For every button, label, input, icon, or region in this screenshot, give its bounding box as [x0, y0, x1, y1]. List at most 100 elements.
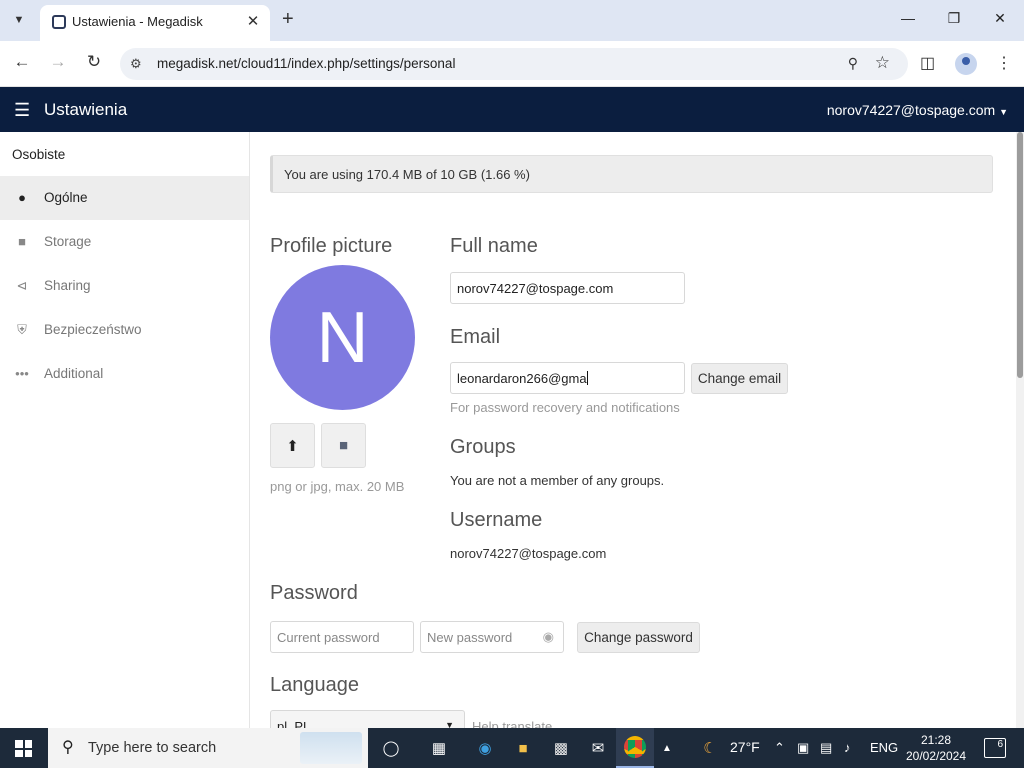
taskbar-search[interactable]: ⚲ Type here to search: [48, 728, 368, 768]
email-value: leonardaron266@gma: [457, 371, 587, 386]
language-heading: Language: [270, 674, 359, 696]
change-email-button[interactable]: Change email: [691, 363, 788, 394]
sidebar-item-general[interactable]: ● Ogólne: [0, 176, 249, 220]
tab-search-icon[interactable]: ▼: [8, 9, 30, 31]
store-icon[interactable]: ▩: [548, 736, 574, 760]
address-bar[interactable]: ⚙ megadisk.net/cloud11/index.php/setting…: [120, 48, 908, 80]
meet-now-icon[interactable]: ▣: [797, 740, 809, 756]
volume-muted-icon[interactable]: ♪: [844, 740, 851, 755]
url-text[interactable]: megadisk.net/cloud11/index.php/settings/…: [157, 56, 455, 71]
chrome-icon: [624, 736, 646, 758]
megadisk-favicon-icon: [52, 15, 66, 29]
email-heading: Email: [450, 326, 501, 348]
groups-text: You are not a member of any groups.: [450, 473, 665, 488]
restore-icon[interactable]: ❐: [944, 10, 964, 27]
windows-start-icon[interactable]: [15, 740, 32, 757]
user-menu[interactable]: norov74227@tospage.com ▼: [827, 102, 1008, 118]
full-name-value: norov74227@tospage.com: [457, 281, 614, 296]
folder-icon: ■: [18, 234, 26, 249]
close-window-icon[interactable]: ✕: [990, 10, 1010, 27]
sidebar-item-security[interactable]: ⛨ Bezpieczeństwo: [0, 308, 249, 352]
menu-kebab-icon[interactable]: ⋮: [996, 53, 1012, 73]
username-value: norov74227@tospage.com: [450, 546, 607, 561]
avatar-letter: N: [316, 297, 369, 378]
taskbar-clock[interactable]: 21:28 20/02/2024: [900, 732, 972, 764]
new-password-placeholder: New password: [427, 630, 513, 645]
avatar: N: [270, 265, 415, 410]
settings-main: You are using 170.4 MB of 10 GB (1.66 %)…: [250, 132, 1016, 728]
settings-sidebar: Osobiste ● Ogólne ■ Storage ⊲ Sharing ⛨ …: [0, 132, 250, 728]
bookmark-star-icon[interactable]: ☆: [875, 53, 890, 73]
person-icon: ●: [18, 190, 26, 205]
browser-tab-strip: ▼ Ustawienia - Megadisk ✕ + — ❐ ✕: [0, 0, 1024, 41]
tab-title: Ustawienia - Megadisk: [72, 14, 203, 29]
file-explorer-icon[interactable]: ■: [510, 736, 536, 760]
app-header: ☰ Ustawienia norov74227@tospage.com ▼: [0, 87, 1024, 132]
key-icon[interactable]: ⚲: [848, 55, 858, 72]
email-field[interactable]: leonardaron266@gma: [450, 362, 685, 394]
sidebar-item-label: Bezpieczeństwo: [44, 322, 142, 337]
new-password-field[interactable]: New password ◉: [420, 621, 564, 653]
page-scrollbar[interactable]: [1016, 132, 1024, 728]
minimize-icon[interactable]: —: [898, 10, 918, 26]
sidebar-item-label: Sharing: [44, 278, 91, 293]
notification-count: 6: [997, 739, 1003, 750]
full-name-heading: Full name: [450, 235, 538, 257]
hamburger-menu-icon[interactable]: ☰: [14, 100, 30, 121]
user-menu-label: norov74227@tospage.com: [826, 102, 996, 118]
upload-icon: ⬆: [286, 437, 299, 455]
sidebar-item-storage[interactable]: ■ Storage: [0, 220, 249, 264]
quota-text: You are using 170.4 MB of 10 GB (1.66 %): [284, 167, 530, 182]
cortana-icon[interactable]: ◯: [378, 736, 404, 760]
notification-center-icon[interactable]: 6: [984, 738, 1006, 758]
choose-from-files-button[interactable]: ■: [321, 423, 366, 468]
network-icon[interactable]: ▤: [820, 740, 832, 756]
profile-picture-heading: Profile picture: [270, 235, 393, 257]
site-info-icon[interactable]: ⚙: [130, 56, 142, 72]
sidebar-item-additional[interactable]: ••• Additional: [0, 352, 249, 396]
current-password-placeholder: Current password: [277, 630, 380, 645]
profile-icon[interactable]: [955, 53, 977, 75]
browser-tab[interactable]: Ustawienia - Megadisk ✕: [40, 5, 270, 41]
tray-chevron-icon[interactable]: ⌃: [774, 740, 785, 756]
clock-date: 20/02/2024: [905, 749, 967, 763]
mail-icon[interactable]: ✉: [585, 736, 611, 760]
upload-avatar-button[interactable]: ⬆: [270, 423, 315, 468]
edge-icon[interactable]: ◉: [472, 736, 498, 760]
change-password-button[interactable]: Change password: [577, 622, 700, 653]
side-panel-icon[interactable]: ◫: [920, 53, 935, 73]
weather-moon-icon: ☾: [703, 740, 717, 757]
new-tab-icon[interactable]: +: [282, 8, 294, 30]
language-indicator[interactable]: ENG: [870, 740, 898, 755]
sidebar-item-label: Ogólne: [44, 190, 88, 205]
language-value: pl_PL: [277, 719, 311, 728]
clock-time: 21:28: [920, 733, 952, 747]
overflow-chevron-icon[interactable]: ▲: [654, 736, 680, 760]
folder-icon: ■: [338, 437, 349, 454]
task-view-icon[interactable]: ▦: [426, 736, 452, 760]
close-tab-icon[interactable]: ✕: [244, 12, 262, 30]
search-icon: ⚲: [62, 739, 74, 756]
sidebar-heading: Osobiste: [12, 147, 66, 162]
chrome-taskbar-button[interactable]: [616, 728, 654, 768]
chevron-down-icon: ▼: [445, 720, 454, 728]
language-select[interactable]: pl_PL ▼: [270, 710, 465, 728]
current-password-field[interactable]: Current password: [270, 621, 414, 653]
more-icon: •••: [15, 366, 29, 381]
avatar-format-hint: png or jpg, max. 20 MB: [270, 479, 405, 494]
full-name-field[interactable]: norov74227@tospage.com: [450, 272, 685, 304]
username-heading: Username: [450, 509, 543, 531]
sidebar-item-sharing[interactable]: ⊲ Sharing: [0, 264, 249, 308]
scrollbar-thumb[interactable]: [1017, 132, 1023, 378]
page-title: Ustawienia: [44, 100, 128, 119]
search-placeholder: Type here to search: [88, 740, 217, 756]
windows-taskbar: ⚲ Type here to search ◯ ▦ ◉ ■ ▩ ✉ ▲ ☾ 27…: [0, 728, 1024, 768]
weather-temp[interactable]: 27°F: [730, 739, 760, 755]
forward-icon[interactable]: →: [46, 52, 70, 72]
sidebar-item-label: Additional: [44, 366, 104, 381]
back-icon[interactable]: ←: [10, 52, 34, 72]
reload-icon[interactable]: ↻: [82, 52, 106, 72]
groups-heading: Groups: [450, 436, 516, 458]
show-password-eye-icon[interactable]: ◉: [543, 629, 554, 645]
help-translate-link[interactable]: Help translate: [472, 719, 552, 728]
